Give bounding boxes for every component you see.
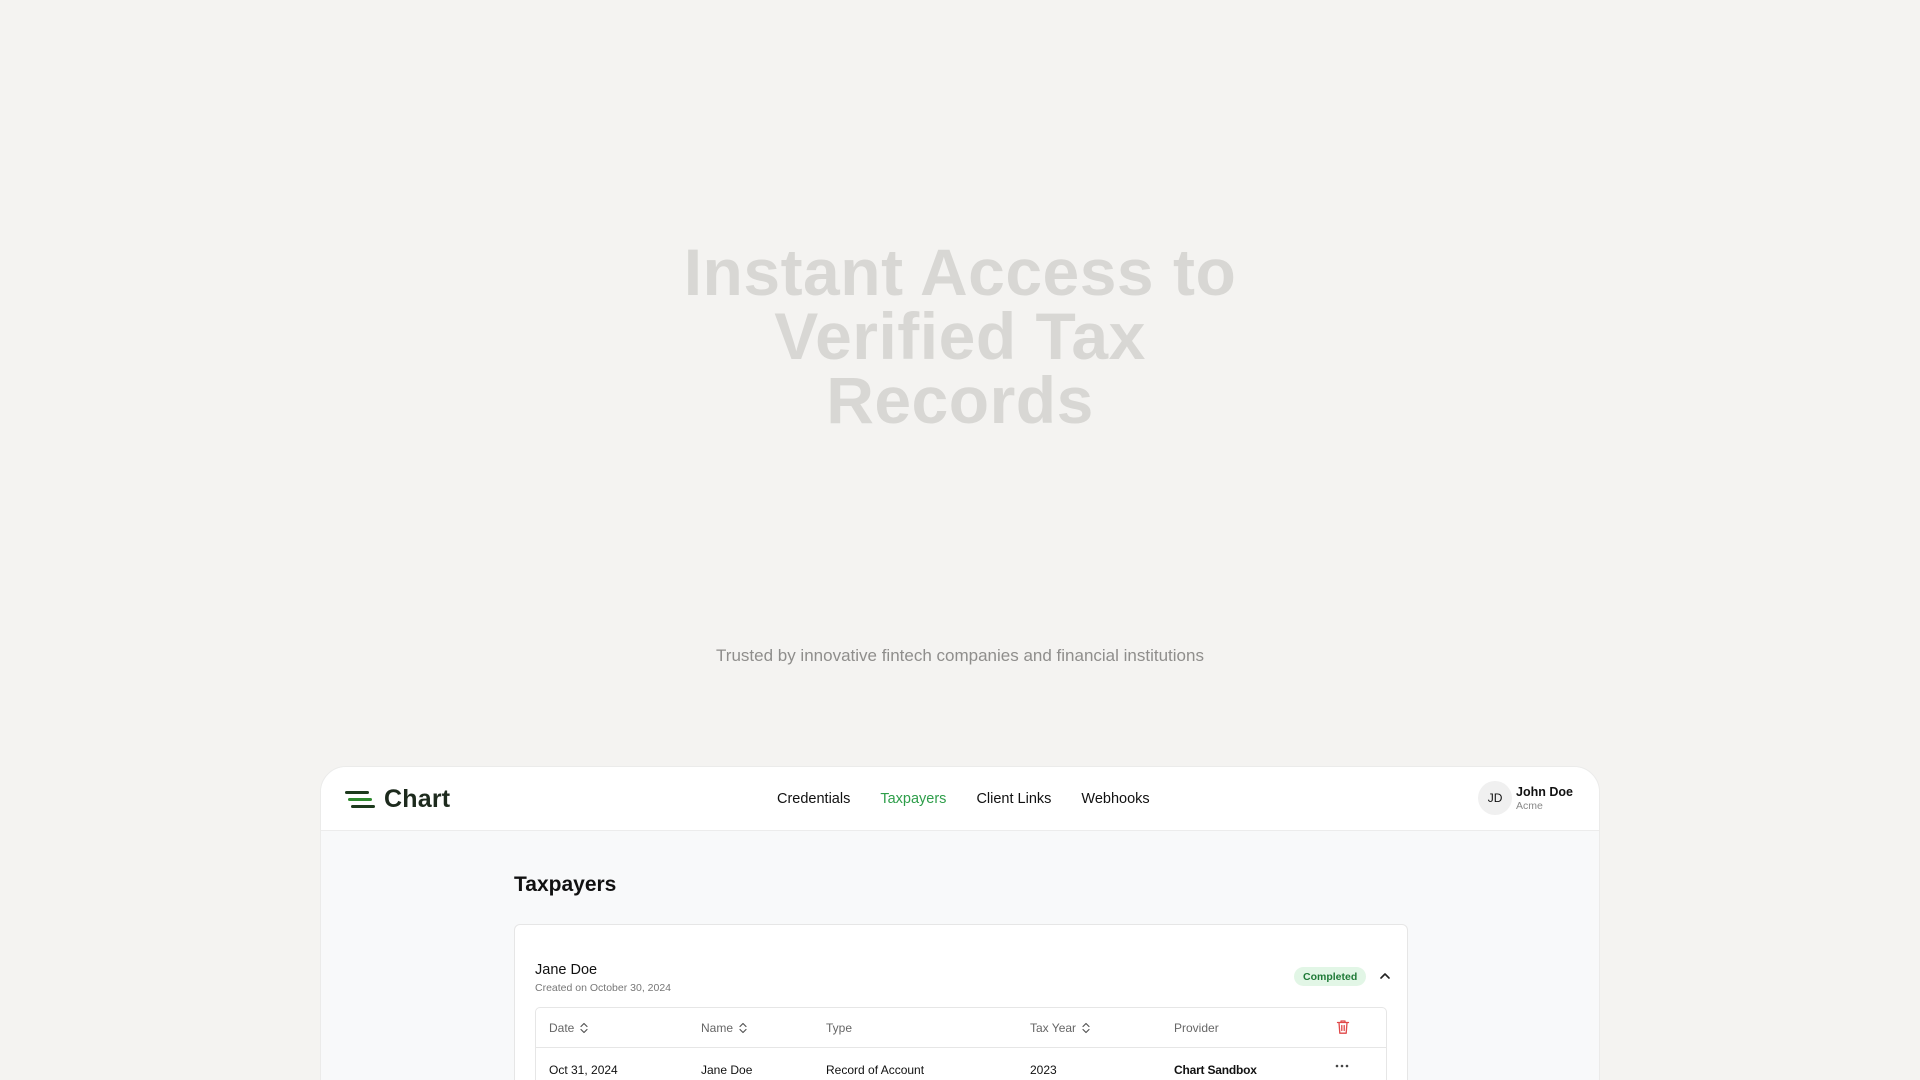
user-name: John Doe — [1516, 784, 1573, 799]
column-header-provider: Provider — [1174, 1021, 1219, 1035]
column-label: Provider — [1174, 1021, 1219, 1035]
hero-subtitle: Trusted by innovative fintech companies … — [716, 646, 1204, 665]
sort-icon — [580, 1022, 588, 1034]
table-header: Date Name Type Tax Year Provider — [536, 1008, 1386, 1048]
column-label: Date — [549, 1021, 575, 1035]
column-header-tax-year[interactable]: Tax Year — [1030, 1021, 1090, 1035]
cell-tax-year: 2023 — [1030, 1063, 1057, 1077]
taxpayer-card: Jane Doe Created on October 30, 2024 Com… — [514, 924, 1408, 1080]
column-label: Tax Year — [1030, 1021, 1077, 1035]
nav-item-taxpayers[interactable]: Taxpayers — [880, 791, 946, 807]
taxpayer-created-date: Created on October 30, 2024 — [535, 982, 672, 994]
nav-item-client-links[interactable]: Client Links — [976, 791, 1051, 807]
top-navigation-bar: Chart Credentials Taxpayers Client Links… — [321, 767, 1599, 831]
hero-section: Instant Access to Verified Tax Records — [0, 235, 1920, 437]
app-window: Chart Credentials Taxpayers Client Links… — [320, 766, 1600, 1080]
logo[interactable]: Chart — [345, 785, 450, 814]
cell-provider: Chart Sandbox — [1174, 1063, 1257, 1077]
cell-date: Oct 31, 2024 — [549, 1063, 618, 1077]
taxpayer-name: Jane Doe — [535, 962, 598, 978]
sort-icon — [739, 1022, 747, 1034]
page-title: Taxpayers — [514, 873, 617, 896]
table-row[interactable]: Oct 31, 2024 Jane Doe Record of Account … — [536, 1048, 1386, 1080]
logo-text: Chart — [384, 785, 451, 813]
trash-icon[interactable] — [1336, 1019, 1350, 1035]
more-icon[interactable] — [1333, 1061, 1351, 1071]
nav-item-webhooks[interactable]: Webhooks — [1081, 791, 1149, 807]
nav-item-credentials[interactable]: Credentials — [777, 791, 850, 807]
user-menu[interactable]: JD John Doe Acme — [1478, 781, 1573, 815]
logo-icon — [345, 789, 375, 811]
sort-icon — [1082, 1022, 1090, 1034]
cell-name: Jane Doe — [701, 1063, 753, 1077]
user-meta: John Doe Acme — [1516, 785, 1573, 812]
main-nav: Credentials Taxpayers Client Links Webho… — [777, 767, 1180, 831]
chevron-up-icon[interactable] — [1377, 968, 1393, 984]
column-label: Name — [701, 1021, 734, 1035]
cell-type: Record of Account — [826, 1063, 925, 1077]
column-header-date[interactable]: Date — [549, 1021, 588, 1035]
column-header-type: Type — [826, 1021, 852, 1035]
status-badge: Completed — [1294, 967, 1367, 986]
records-table: Date Name Type Tax Year Provider Oct 31,… — [535, 1007, 1387, 1080]
user-org: Acme — [1516, 799, 1543, 812]
hero-title: Instant Access to Verified Tax Records — [683, 235, 1237, 437]
column-label: Type — [826, 1021, 853, 1035]
avatar: JD — [1478, 781, 1513, 815]
column-header-name[interactable]: Name — [701, 1021, 747, 1035]
